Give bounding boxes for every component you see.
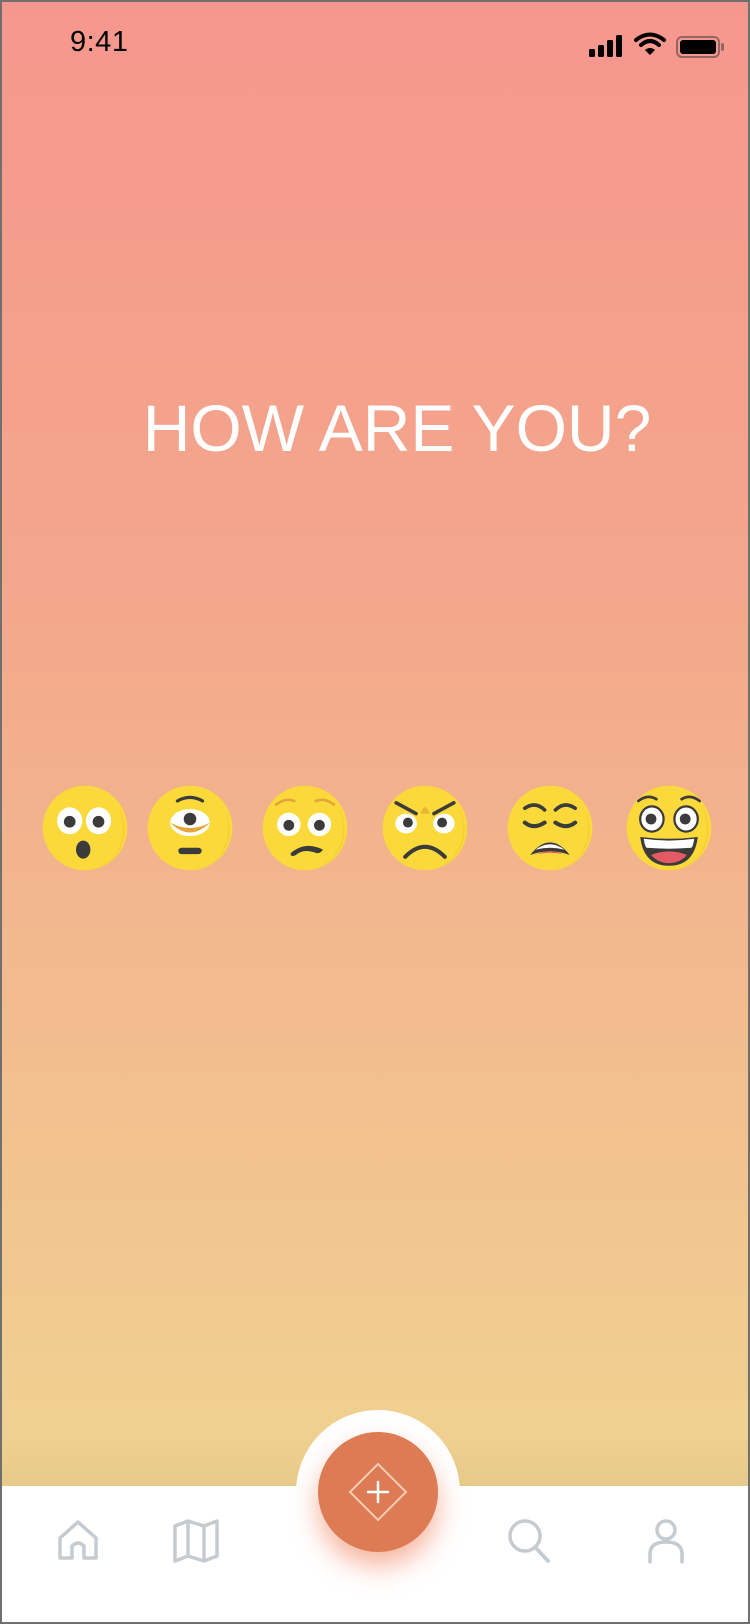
plus-diamond-icon (348, 1462, 408, 1522)
app-screen: 9:41 HOW ARE YOU? (0, 0, 750, 1624)
worried-face-icon[interactable] (260, 783, 350, 873)
profile-icon[interactable] (646, 1518, 686, 1564)
grinning-face-icon[interactable] (624, 783, 714, 873)
home-icon[interactable] (56, 1518, 100, 1562)
angry-face-icon[interactable] (380, 783, 470, 873)
one-eyed-face-icon[interactable] (145, 783, 235, 873)
mood-selector (2, 2, 748, 1622)
surprised-face-icon[interactable] (40, 783, 130, 873)
tired-face-icon[interactable] (505, 783, 595, 873)
search-icon[interactable] (507, 1518, 551, 1564)
map-icon[interactable] (172, 1518, 220, 1564)
add-mood-button[interactable] (318, 1432, 438, 1552)
